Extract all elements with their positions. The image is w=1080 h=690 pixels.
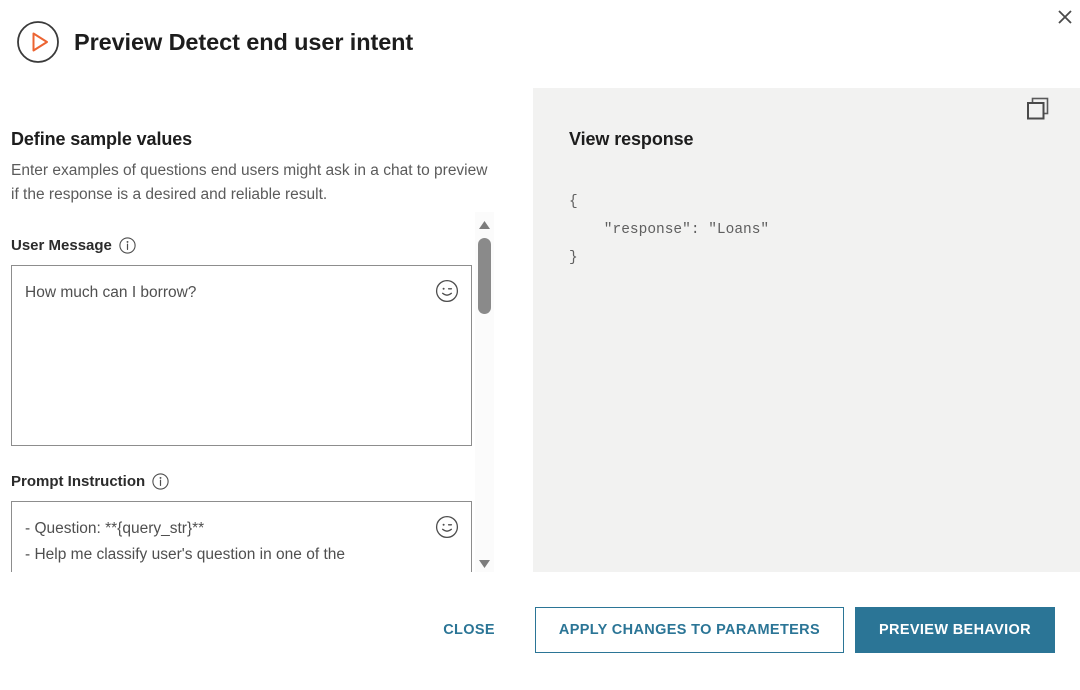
section-title: Define sample values [11,129,193,149]
copy-icon [1027,97,1049,120]
dialog-header: Preview Detect end user intent [16,20,413,64]
emoji-smiley-wink-icon[interactable] [435,279,459,303]
scrollbar-thumb[interactable] [478,238,491,314]
prompt-instruction-input[interactable]: - Question: **{query_str}** - Help me cl… [11,501,472,572]
close-button[interactable] [1048,0,1080,34]
close-button-footer[interactable]: CLOSE [425,612,513,648]
apply-changes-button[interactable]: APPLY CHANGES TO PARAMETERS [534,607,845,653]
scroll-up-arrow-icon[interactable] [478,217,491,229]
play-circle-icon [16,20,60,64]
prompt-instruction-value: - Question: **{query_str}** - Help me cl… [25,520,346,563]
info-icon[interactable] [119,237,136,254]
response-json: { "response": "Loans" } [569,193,770,266]
user-message-input[interactable]: How much can I borrow? [11,265,472,446]
prompt-instruction-label: Prompt Instruction [11,473,500,490]
info-icon[interactable] [152,473,169,490]
view-response-panel: View response { "response": "Loans" } [533,88,1080,572]
dialog-footer: CLOSE APPLY CHANGES TO PARAMETERS PREVIE… [0,602,1080,658]
close-icon [1058,10,1072,24]
page-title: Preview Detect end user intent [74,28,414,55]
sample-values-scroll-area[interactable]: Define sample values Enter examples of q… [0,88,500,572]
scroll-down-arrow-icon[interactable] [478,556,491,568]
user-message-label-text: User Message [11,237,112,254]
section-description: Enter examples of questions end users mi… [11,162,488,203]
prompt-instruction-label-text: Prompt Instruction [11,473,146,490]
user-message-value: How much can I borrow? [25,284,197,301]
copy-button[interactable] [1024,95,1052,123]
panel-title: View response [569,129,694,149]
emoji-smiley-wink-icon[interactable] [435,515,459,539]
sample-values-scrollbar[interactable] [475,212,494,572]
preview-behavior-button[interactable]: PREVIEW BEHAVIOR [855,607,1055,653]
user-message-label: User Message [11,237,500,254]
